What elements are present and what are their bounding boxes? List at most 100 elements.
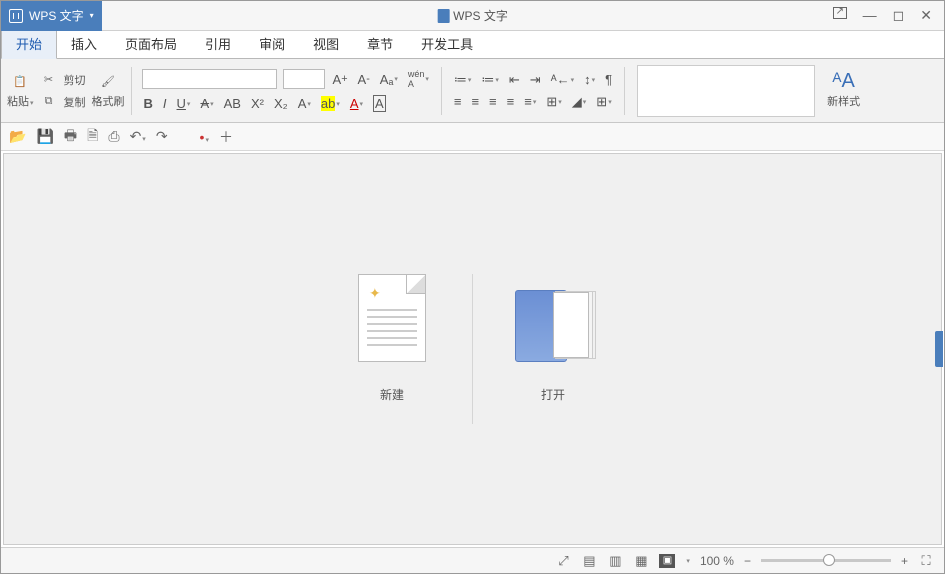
tab-stops-button[interactable]: ⊞▾ [544, 93, 563, 111]
view-dropdown-icon[interactable]: ▾ [686, 557, 690, 565]
decrease-indent-button[interactable]: ⇤ [507, 71, 522, 89]
zoom-level[interactable]: 100 % [700, 554, 734, 568]
change-case-button[interactable]: Aₐ▾ [378, 71, 400, 88]
tab-section[interactable]: 章节 [353, 29, 407, 58]
page-view-icon[interactable]: ▤ [581, 554, 597, 568]
new-document-icon: ✦ [358, 274, 426, 362]
separator [131, 67, 132, 115]
format-painter-button[interactable]: 🖌 格式刷 [92, 73, 125, 109]
text-effects-button[interactable]: A▾ [296, 95, 313, 112]
window-controls: — ◻ ✕ [833, 7, 944, 24]
close-button[interactable]: ✕ [920, 7, 932, 24]
separator [624, 67, 625, 115]
title-bar: WPS 文字 ▾ WPS 文字 — ◻ ✕ [1, 1, 944, 31]
copy-icon: ⧉ [40, 93, 58, 111]
style-gallery[interactable] [637, 65, 815, 117]
cut-button[interactable]: ✂剪切 [40, 71, 86, 89]
shrink-font-button[interactable]: A- [356, 71, 372, 88]
tab-start[interactable]: 开始 [1, 28, 57, 59]
print-preview-icon[interactable]: 🗎 [87, 125, 98, 149]
subscript-button[interactable]: X₂ [272, 95, 290, 112]
brush-icon: 🖌 [99, 73, 117, 91]
popout-icon[interactable] [833, 7, 847, 19]
italic-button[interactable]: I [161, 95, 169, 112]
export-icon[interactable]: ⎙ [108, 128, 119, 145]
borders-button[interactable]: ⊞▾ [594, 93, 613, 111]
tab-review[interactable]: 审阅 [245, 29, 299, 58]
superscript-button[interactable]: X² [249, 95, 266, 112]
fit-width-icon[interactable]: ⤢ [555, 554, 571, 568]
line-spacing-button[interactable]: ↕▾ [582, 71, 597, 88]
start-options: ✦ 新建 打开 [312, 274, 633, 424]
doc-title-text: WPS 文字 [453, 7, 508, 24]
open-label: 打开 [541, 386, 565, 403]
char-border-button[interactable]: A [371, 94, 388, 113]
ribbon: 📋 粘贴▾ ✂剪切 ⧉复制 🖌 格式刷 A+ A- Aₐ▾ wénA▾ B I … [1, 59, 944, 123]
emphasis-button[interactable]: AB [222, 95, 243, 112]
increase-indent-button[interactable]: ⇥ [528, 71, 543, 89]
tab-view[interactable]: 视图 [299, 29, 353, 58]
outline-view-icon[interactable]: ▥ [607, 554, 623, 568]
menu-bar: 开始 插入 页面布局 引用 审阅 视图 章节 开发工具 [1, 31, 944, 59]
open-folder-graphic [515, 274, 591, 362]
copy-button[interactable]: ⧉复制 [40, 93, 86, 111]
tab-page-layout[interactable]: 页面布局 [111, 29, 191, 58]
app-brand[interactable]: WPS 文字 ▾ [1, 1, 102, 31]
document-icon [437, 9, 449, 23]
zoom-out-button[interactable]: − [744, 554, 751, 568]
save-icon[interactable]: 💾 [36, 128, 53, 145]
new-document-option[interactable]: ✦ 新建 [312, 274, 472, 424]
paste-label: 粘贴 [7, 96, 29, 108]
highlight-button[interactable]: ab▾ [319, 95, 342, 112]
tab-reference[interactable]: 引用 [191, 29, 245, 58]
grow-font-button[interactable]: A+ [331, 71, 350, 88]
align-left-button[interactable]: ≡ [452, 93, 464, 110]
strike-button[interactable]: A▾ [198, 95, 215, 112]
numbering-button[interactable]: ≔▾ [479, 71, 501, 89]
new-style-button[interactable]: ᴬA 新样式 [827, 73, 860, 109]
underline-button[interactable]: U▾ [175, 95, 193, 112]
reading-view-icon[interactable]: ▣ [659, 554, 675, 568]
add-icon[interactable]: ＋ [219, 127, 233, 147]
font-family-select[interactable] [142, 69, 277, 89]
record-icon[interactable]: •▾ [200, 129, 209, 145]
bold-button[interactable]: B [142, 95, 155, 112]
app-name: WPS 文字 [29, 7, 84, 24]
side-panel-handle[interactable] [935, 331, 943, 367]
shading-button[interactable]: ◢▾ [570, 93, 589, 111]
status-bar: ⤢ ▤ ▥ ▦ ▣ ▾ 100 % − + ⛶ [1, 547, 944, 573]
tab-devtools[interactable]: 开发工具 [407, 29, 487, 58]
align-right-button[interactable]: ≡ [487, 93, 499, 110]
quick-access-bar: 📂 💾 🖶 🗎 ⎙ ↶▾ ↷ •▾ ＋ [1, 123, 944, 151]
align-justify-button[interactable]: ≡ [505, 93, 517, 110]
paste-button[interactable]: 📋 粘贴▾ [7, 73, 34, 109]
zoom-slider[interactable] [761, 559, 891, 562]
maximize-button[interactable]: ◻ [893, 7, 905, 24]
font-size-select[interactable] [283, 69, 325, 89]
app-menu-dropdown-icon[interactable]: ▾ [90, 11, 94, 20]
bullets-button[interactable]: ≔▾ [452, 71, 474, 89]
align-distribute-button[interactable]: ≡▾ [522, 93, 538, 110]
tab-insert[interactable]: 插入 [57, 29, 111, 58]
print-icon[interactable]: 🖶 [64, 125, 77, 149]
text-direction-button[interactable]: ᴬ←▾ [549, 71, 576, 88]
new-style-icon: ᴬA [835, 73, 853, 91]
separator [441, 67, 442, 115]
open-document-option[interactable]: 打开 [473, 274, 633, 424]
scissors-icon: ✂ [40, 71, 58, 89]
fullscreen-icon[interactable]: ⛶ [918, 554, 934, 568]
wps-logo-icon [9, 9, 23, 23]
font-color-button[interactable]: A▾ [348, 95, 365, 112]
zoom-in-button[interactable]: + [901, 554, 908, 568]
open-folder-icon[interactable]: 📂 [9, 128, 26, 145]
align-center-button[interactable]: ≡ [469, 93, 481, 110]
new-label: 新建 [380, 386, 404, 403]
show-marks-button[interactable]: ¶ [603, 71, 614, 88]
web-view-icon[interactable]: ▦ [633, 554, 649, 568]
undo-button[interactable]: ↶▾ [130, 128, 146, 145]
clipboard-icon: 📋 [11, 73, 29, 91]
workspace: ✦ 新建 打开 [3, 153, 942, 545]
phonetic-guide-button[interactable]: wénA▾ [406, 68, 431, 90]
minimize-button[interactable]: — [863, 7, 877, 24]
redo-button[interactable]: ↷ [156, 128, 168, 145]
